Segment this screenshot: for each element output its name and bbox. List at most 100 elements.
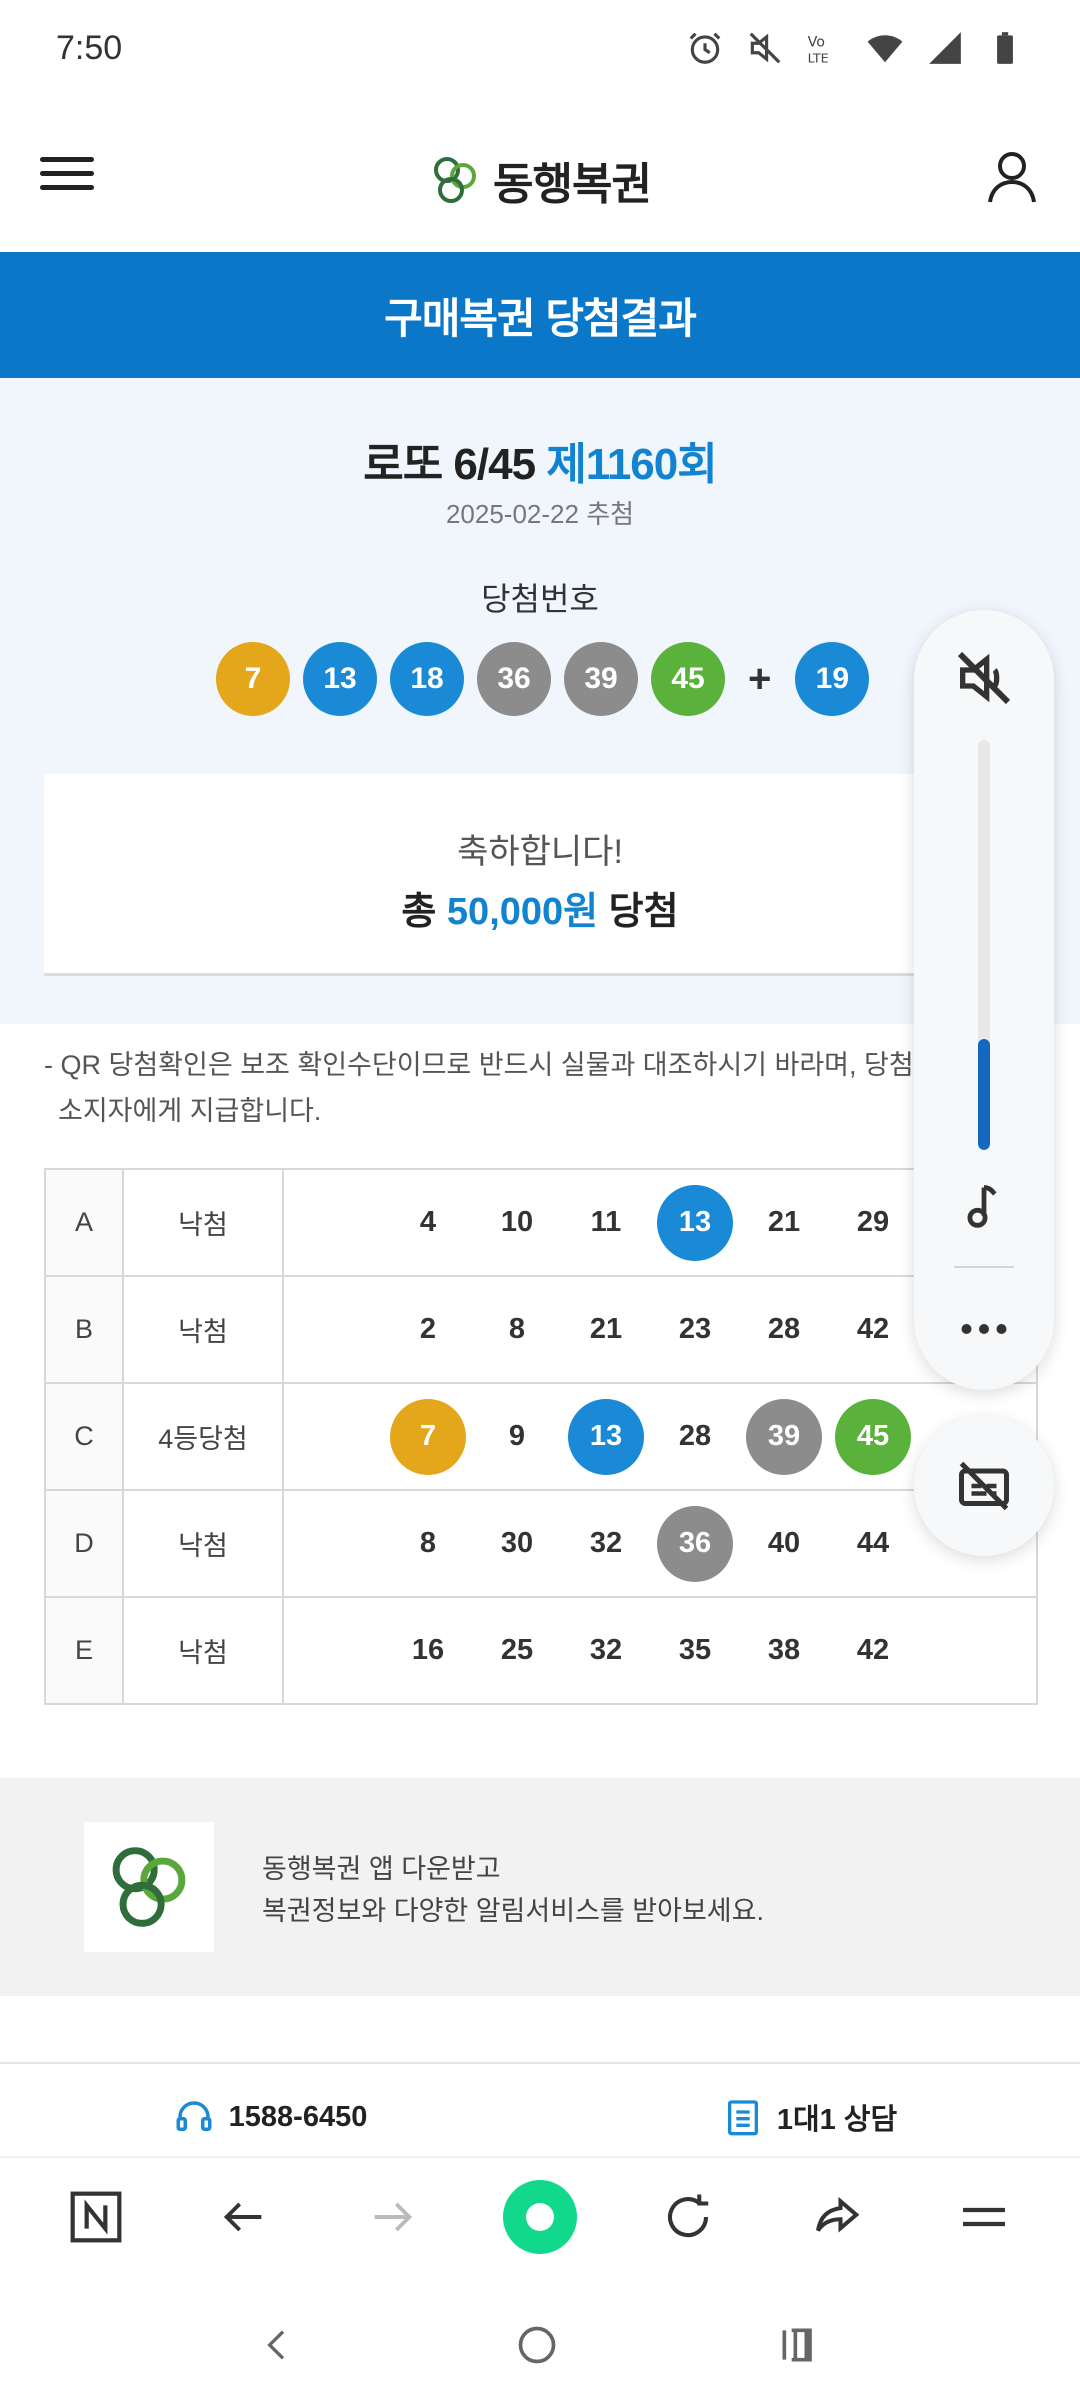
signal-icon xyxy=(929,32,961,64)
volume-panel xyxy=(914,610,1054,1390)
app-banner-line: 복권정보와 다양한 알림서비스를 받아보세요. xyxy=(262,1896,764,1926)
ticket-number: 28 xyxy=(678,1420,712,1452)
app-banner-text: 동행복권 앱 다운받고 복권정보와 다양한 알림서비스를 받아보세요. xyxy=(262,1848,764,1932)
status-icons: Vo LTE xyxy=(686,29,1024,67)
ticket-number: 32 xyxy=(589,1634,623,1666)
browser-toolbar xyxy=(0,2156,1080,2276)
congrats-text: 축하합니다! xyxy=(457,833,623,871)
ticket-row: D 낙첨 8 30 32 36 40 44 xyxy=(44,1489,1038,1598)
ticket-game-label: D xyxy=(44,1489,124,1598)
svg-text:Vo: Vo xyxy=(808,34,825,50)
qr-notice: - QR 당첨확인은 보조 확인수단이므로 반드시 실물과 대조하시기 바라며,… xyxy=(44,1042,1034,1134)
winning-numbers-label: 당첨번호 xyxy=(481,581,599,617)
notice-line: - QR 당첨확인은 보조 확인수단이므로 반드시 실물과 대조하시기 바라며,… xyxy=(44,1050,964,1080)
ticket-row: E 낙첨 16 25 32 35 38 42 xyxy=(44,1596,1038,1705)
ticket-number: 10 xyxy=(500,1206,534,1238)
ticket-number: 44 xyxy=(856,1527,890,1559)
system-nav-bar xyxy=(0,2290,1080,2400)
ticket-status: 4등당첨 xyxy=(122,1382,284,1491)
ticket-number: 25 xyxy=(500,1634,534,1666)
winning-ball: 36 xyxy=(477,642,551,716)
ticket-game-label: E xyxy=(44,1596,124,1705)
round-title: 로또 6/45 제1160회 xyxy=(0,428,1080,492)
phone-link[interactable]: 1588-6450 xyxy=(0,2096,540,2138)
prize-summary-card: 축하합니다! 총 50,000원 당첨 xyxy=(44,774,1036,976)
matched-number: 45 xyxy=(835,1398,911,1475)
status-time: 7:50 xyxy=(56,28,123,67)
ticket-number: 9 xyxy=(508,1420,526,1452)
page-banner: 구매복권 당첨결과 xyxy=(0,252,1080,378)
forward-button[interactable] xyxy=(352,2177,432,2257)
volume-slider-fill xyxy=(978,1039,990,1150)
app-download-banner[interactable]: 동행복권 앱 다운받고 복권정보와 다양한 알림서비스를 받아보세요. xyxy=(0,1778,1080,1996)
ticket-number: 11 xyxy=(590,1206,622,1238)
user-icon[interactable] xyxy=(982,146,1042,206)
consult-link[interactable]: 1대1 상담 xyxy=(540,2096,1080,2138)
wifi-icon xyxy=(867,35,903,63)
bonus-ball: 19 xyxy=(795,642,870,716)
ticket-table: A 낙첨 4 10 11 13 21 29 B 낙첨 2 8 21 23 28 42 C 4등당첨 7 9 13 28 39… xyxy=(44,1168,1038,1705)
arrow-right-icon xyxy=(374,2202,413,2232)
clover-logo-icon xyxy=(112,1847,186,1927)
back-button[interactable] xyxy=(204,2177,284,2257)
ticket-number: 2 xyxy=(419,1313,437,1345)
draw-date: 2025-02-22 추첨 xyxy=(445,499,635,529)
matched-number: 13 xyxy=(568,1398,644,1475)
more-options-icon[interactable] xyxy=(954,1314,1014,1344)
app-logo xyxy=(84,1822,214,1952)
volume-divider xyxy=(954,1266,1014,1268)
winning-ball: 18 xyxy=(390,642,464,716)
green-dot-button[interactable] xyxy=(500,2177,580,2257)
ticket-number: 8 xyxy=(508,1313,526,1345)
contact-row: 1588-6450 1대1 상담 xyxy=(0,2096,1080,2138)
menu-icon[interactable] xyxy=(40,148,94,208)
ticket-game-label: B xyxy=(44,1275,124,1384)
music-note-icon[interactable] xyxy=(958,1178,1010,1236)
matched-number: 39 xyxy=(746,1398,822,1475)
mute-icon xyxy=(749,32,781,64)
ticket-row: C 4등당첨 7 9 13 28 39 45 xyxy=(44,1382,1038,1491)
site-logo[interactable]: 동행복권 xyxy=(429,148,652,212)
ticket-number: 4 xyxy=(419,1206,437,1238)
matched-number: 13 xyxy=(657,1184,733,1261)
refresh-button[interactable] xyxy=(648,2177,728,2257)
site-header: 동행복권 xyxy=(0,110,1080,250)
naver-home-button[interactable] xyxy=(56,2177,136,2257)
volume-mute-icon[interactable] xyxy=(952,646,1016,710)
notice-line: 소지자에게 지급합니다. xyxy=(58,1096,322,1126)
volte-icon: VoLTE xyxy=(808,34,829,65)
ticket-number: 16 xyxy=(411,1634,445,1666)
browser-menu-button[interactable] xyxy=(944,2177,1024,2257)
ticket-number: 32 xyxy=(589,1527,623,1559)
ticket-number: 29 xyxy=(856,1206,890,1238)
winning-numbers: 7 13 18 36 39 45 + 19 xyxy=(216,642,882,716)
page-title: 구매복권 당첨결과 xyxy=(384,294,697,342)
ticket-game-label: A xyxy=(44,1168,124,1277)
prize-suffix: 당첨 xyxy=(608,891,679,933)
volume-slider[interactable] xyxy=(978,740,990,1150)
round-number: 제1160회 xyxy=(546,440,717,489)
caption-toggle-button[interactable] xyxy=(914,1416,1054,1556)
nav-recents-icon[interactable] xyxy=(776,2323,822,2367)
alarm-icon xyxy=(689,32,721,64)
game-name: 로또 6/45 xyxy=(363,440,536,489)
naver-n-icon xyxy=(70,2191,122,2243)
svg-text:LTE: LTE xyxy=(808,50,829,65)
ticket-number: 23 xyxy=(678,1313,712,1345)
ticket-number: 8 xyxy=(419,1527,437,1559)
ticket-row: B 낙첨 2 8 21 23 28 42 xyxy=(44,1275,1038,1384)
consult-label: 1대1 상담 xyxy=(776,2104,898,2136)
ticket-number: 35 xyxy=(678,1634,712,1666)
share-button[interactable] xyxy=(796,2177,876,2257)
winning-ball: 13 xyxy=(303,642,377,716)
ticket-numbers-cell: 16 25 32 35 38 42 xyxy=(282,1596,1038,1705)
matched-number: 36 xyxy=(657,1505,733,1582)
nav-back-icon[interactable] xyxy=(258,2323,298,2367)
nav-home-icon[interactable] xyxy=(515,2323,559,2367)
ticket-game-label: C xyxy=(44,1382,124,1491)
arrow-left-icon xyxy=(223,2202,262,2232)
ticket-number: 30 xyxy=(500,1527,534,1559)
app-banner-line: 동행복권 앱 다운받고 xyxy=(262,1854,501,1884)
share-icon xyxy=(816,2196,860,2233)
headset-icon xyxy=(176,2101,212,2131)
